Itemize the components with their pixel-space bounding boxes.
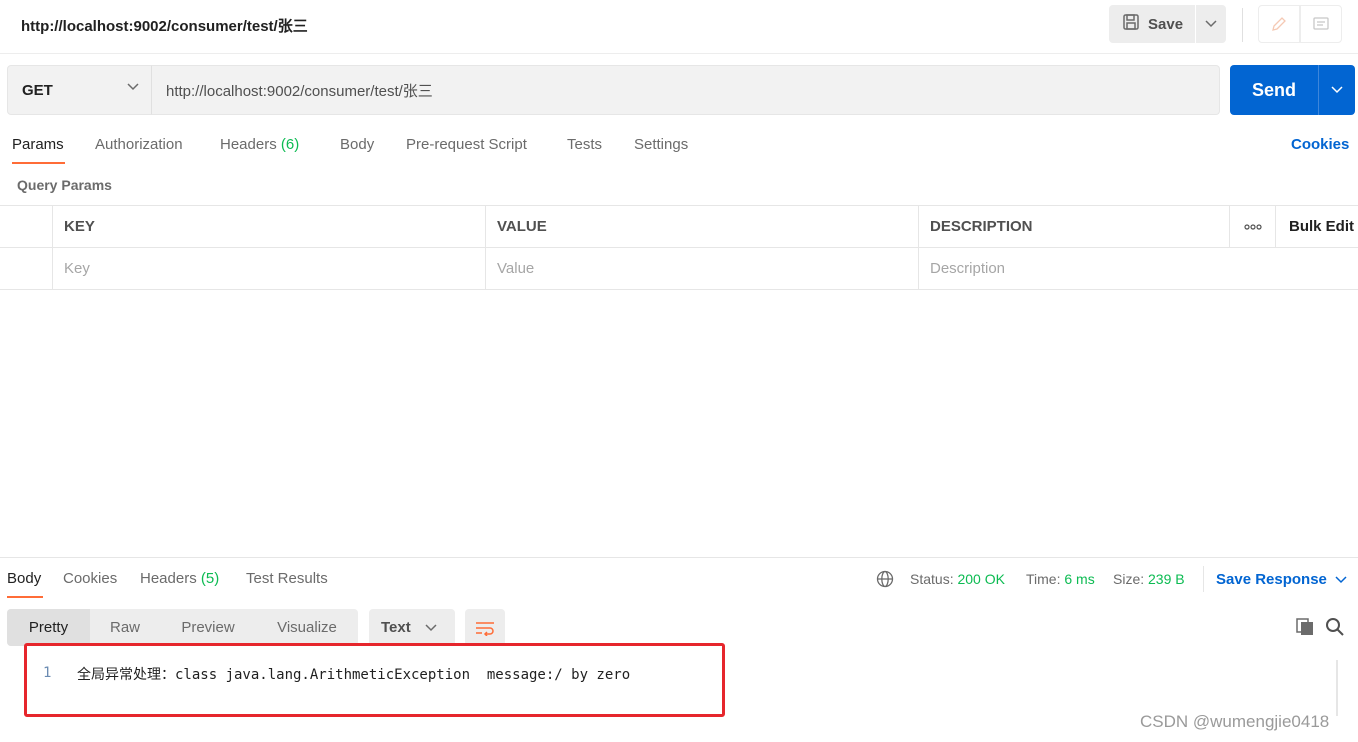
save-label: Save (1148, 15, 1184, 33)
time-info[interactable]: Time: 6 ms (1026, 571, 1095, 587)
tab-count-badge: (5) (200, 570, 220, 587)
key-input[interactable]: Key (52, 248, 486, 289)
wrap-lines-icon (476, 621, 494, 636)
tab-label: Params (12, 136, 64, 153)
size-value: 239 B (1148, 571, 1185, 587)
value-input[interactable]: Value (485, 248, 919, 289)
watermark-text: CSDN @wumengjie0418 (1140, 712, 1330, 731)
send-button[interactable]: Send (1230, 65, 1318, 115)
chevron-down-icon (1331, 86, 1343, 94)
request-tabs: Params Authorization Headers (6) Body Pr… (0, 132, 1358, 166)
query-params-title: Query Params (17, 177, 112, 193)
description-input[interactable]: Description (918, 248, 1358, 289)
scrollbar[interactable] (1336, 660, 1338, 716)
wrap-lines-button[interactable] (465, 609, 505, 646)
globe-icon[interactable] (876, 570, 894, 588)
view-raw-button[interactable]: Raw (90, 609, 160, 646)
table-row: Key Value Description (0, 248, 1358, 290)
toolbar-divider (1242, 8, 1243, 42)
tab-body[interactable]: Body (340, 136, 374, 153)
chevron-down-icon (1335, 575, 1347, 583)
bulk-edit-button[interactable]: Bulk Edit (1275, 206, 1358, 247)
response-tab-body[interactable]: Body (7, 570, 41, 587)
time-label: Time: (1026, 571, 1061, 587)
view-preview-button[interactable]: Preview (160, 609, 256, 646)
tab-label: Authorization (95, 136, 183, 153)
tab-tests[interactable]: Tests (567, 136, 602, 153)
column-header-description: DESCRIPTION (918, 206, 1230, 247)
more-options-button[interactable] (1229, 206, 1275, 247)
url-input[interactable]: http://localhost:9002/consumer/test/张三 (151, 65, 1220, 115)
tab-label: Cookies (63, 570, 118, 587)
tab-label: Test Results (246, 570, 328, 587)
view-visualize-button[interactable]: Visualize (256, 609, 358, 646)
format-label: Text (381, 619, 411, 636)
response-tab-cookies[interactable]: Cookies (63, 570, 117, 587)
highlight-annotation-box (24, 643, 725, 717)
response-tab-headers[interactable]: Headers (5) (140, 570, 219, 587)
comment-icon (1313, 17, 1329, 30)
method-label: GET (22, 81, 53, 99)
save-response-label: Save Response (1216, 571, 1327, 588)
status-value: 200 OK (957, 571, 1005, 587)
tab-label: Settings (634, 136, 689, 153)
format-select[interactable]: Text (369, 609, 455, 646)
tab-headers[interactable]: Headers (6) (220, 136, 299, 153)
tab-label: Tests (567, 136, 603, 153)
ellipsis-icon (1243, 223, 1262, 230)
divider (1203, 566, 1204, 592)
status-info[interactable]: Status: 200 OK (910, 571, 1005, 587)
send-dropdown-button[interactable] (1318, 65, 1355, 115)
method-select[interactable]: GET (7, 65, 152, 115)
search-icon[interactable] (1325, 617, 1345, 637)
save-icon (1122, 13, 1140, 35)
save-response-button[interactable]: Save Response (1216, 571, 1347, 588)
active-tab-indicator (12, 162, 65, 164)
tab-count-badge: (6) (280, 136, 300, 153)
tab-settings[interactable]: Settings (634, 136, 688, 153)
tab-label: Headers (140, 570, 197, 587)
response-tab-test-results[interactable]: Test Results (246, 570, 328, 587)
tab-label: Body (7, 570, 42, 587)
column-header-key: KEY (52, 206, 486, 247)
size-label: Size: (1113, 571, 1145, 587)
chevron-down-icon (1205, 20, 1217, 28)
column-header-value: VALUE (485, 206, 919, 247)
table-header-row: KEY VALUE DESCRIPTION Bulk Edit (0, 206, 1358, 248)
cookies-link[interactable]: Cookies (1291, 136, 1349, 153)
active-tab-indicator (7, 596, 43, 598)
pencil-icon (1272, 17, 1286, 31)
save-dropdown-button[interactable] (1196, 5, 1226, 43)
tab-label: Headers (220, 136, 277, 153)
chevron-down-icon (425, 623, 437, 631)
copy-icon[interactable] (1295, 617, 1315, 637)
tab-pre-request-script[interactable]: Pre-request Script (406, 136, 527, 153)
comments-button[interactable] (1300, 5, 1342, 43)
request-title[interactable]: http://localhost:9002/consumer/test/张三 (21, 15, 308, 36)
chevron-down-icon (127, 83, 139, 91)
save-button[interactable]: Save (1109, 5, 1195, 43)
query-params-table: KEY VALUE DESCRIPTION Bulk Edit Key Valu… (0, 205, 1358, 290)
tab-params[interactable]: Params (12, 136, 64, 153)
view-mode-segmented-control: Pretty Raw Preview Visualize (7, 609, 358, 646)
status-label: Status: (910, 571, 954, 587)
tab-label: Body (340, 136, 375, 153)
size-info[interactable]: Size: 239 B (1113, 571, 1185, 587)
tab-label: Pre-request Script (406, 136, 527, 153)
tab-authorization[interactable]: Authorization (95, 136, 183, 153)
time-value: 6 ms (1064, 571, 1095, 587)
view-pretty-button[interactable]: Pretty (7, 609, 90, 646)
request-title-bar: http://localhost:9002/consumer/test/张三 S… (0, 0, 1358, 54)
response-divider[interactable] (0, 557, 1358, 558)
edit-button[interactable] (1258, 5, 1300, 43)
